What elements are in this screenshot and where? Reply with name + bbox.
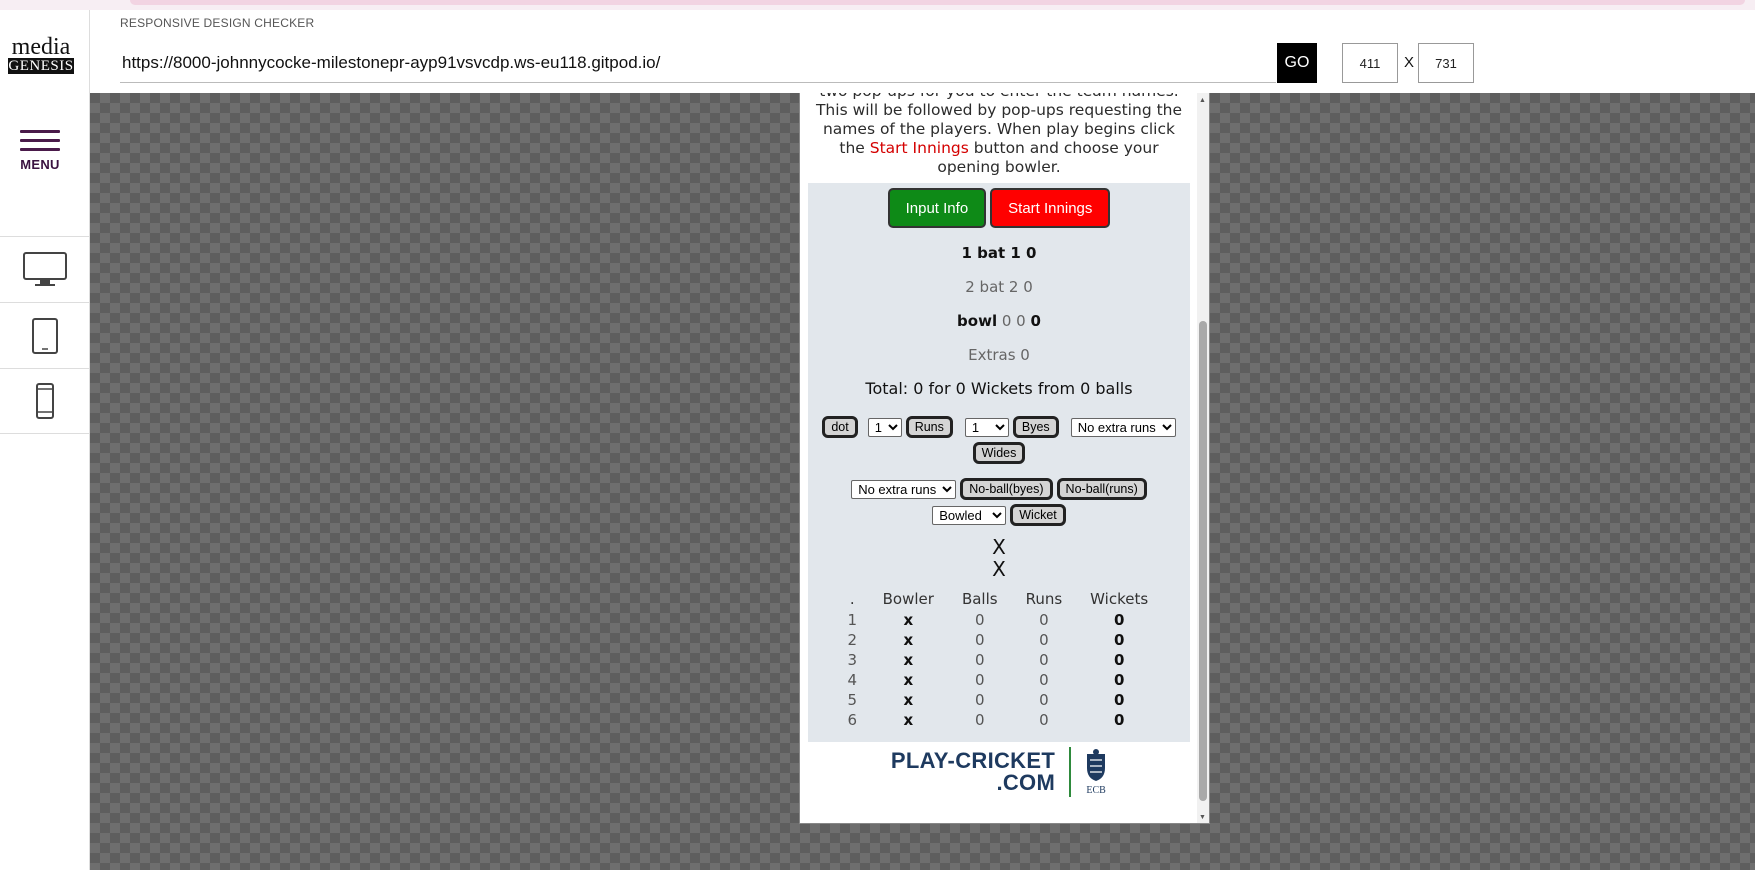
- input-info-button[interactable]: Input Info: [887, 188, 987, 228]
- placeholder-x-2: X: [992, 557, 1006, 581]
- noball-byes-button[interactable]: No-ball(byes): [960, 478, 1053, 500]
- table-header-row: . Bowler Balls Runs Wickets: [836, 588, 1162, 610]
- scroll-up-arrow-icon[interactable]: ▲: [1199, 97, 1206, 104]
- start-innings-button[interactable]: Start Innings: [990, 188, 1111, 228]
- footer-divider: [1069, 747, 1072, 797]
- scrollbar-thumb[interactable]: [1199, 321, 1207, 801]
- desktop-icon: [23, 251, 67, 286]
- desktop-view-button[interactable]: [0, 236, 90, 302]
- col-bowler: Bowler: [882, 590, 934, 608]
- height-input[interactable]: [1418, 43, 1474, 83]
- ecb-crest-icon: [1087, 749, 1106, 781]
- tablet-icon: [32, 317, 58, 354]
- go-button[interactable]: GO: [1277, 43, 1317, 83]
- intro-text: two pop-ups for you to enter the team na…: [815, 93, 1183, 176]
- footer-logos: PLAY-CRICKET .COM ECB: [808, 744, 1190, 800]
- byes-button[interactable]: Byes: [1012, 416, 1059, 438]
- logo-line-1: media: [11, 34, 71, 60]
- wides-extra-select[interactable]: No extra runs: [1070, 417, 1176, 437]
- play-cricket-logo[interactable]: PLAY-CRICKET .COM: [891, 750, 1055, 794]
- wicket-button[interactable]: Wicket: [1010, 504, 1066, 526]
- header-bar: RESPONSIVE DESIGN CHECKER GO X: [90, 10, 1755, 93]
- total-line: Total: 0 for 0 Wickets from 0 balls: [865, 379, 1133, 398]
- col-balls: Balls: [961, 590, 998, 608]
- url-input[interactable]: [120, 43, 1276, 83]
- menu-label: MENU: [20, 157, 60, 172]
- noball-runs-button[interactable]: No-ball(runs): [1056, 478, 1147, 500]
- batter-2: 2 bat 2 0: [965, 278, 1033, 296]
- ecb-logo[interactable]: ECB: [1085, 748, 1107, 796]
- menu-button[interactable]: MENU: [18, 130, 62, 172]
- dimension-separator: X: [1404, 54, 1415, 71]
- device-preview-frame[interactable]: two pop-ups for you to enter the team na…: [799, 93, 1210, 824]
- noball-extra-select[interactable]: No extra runs: [851, 479, 957, 499]
- runs-select[interactable]: 1: [867, 417, 902, 437]
- left-sidebar: media GENESIS MENU: [0, 10, 90, 870]
- extras-line: Extras 0: [968, 346, 1030, 364]
- site-content: two pop-ups for you to enter the team na…: [808, 93, 1190, 800]
- logo-line-2: GENESIS: [8, 58, 74, 74]
- col-runs: Runs: [1025, 590, 1063, 608]
- bowler-line: bowl 0 0 0: [957, 312, 1041, 330]
- col-index: .: [849, 590, 855, 608]
- score-panel: Input Info Start Innings 1 bat 1 0 2 bat…: [808, 183, 1190, 742]
- table-row: 4x000: [847, 671, 1125, 689]
- browser-top-strip: [0, 0, 1755, 10]
- runs-button[interactable]: Runs: [905, 416, 953, 438]
- table-row: 2x000: [847, 631, 1125, 649]
- wides-button[interactable]: Wides: [972, 442, 1026, 464]
- scroll-down-arrow-icon[interactable]: ▼: [1199, 814, 1206, 821]
- placeholder-x-1: X: [992, 535, 1006, 559]
- width-input[interactable]: [1342, 43, 1398, 83]
- table-row: 5x000: [847, 691, 1125, 709]
- phone-icon: [36, 383, 54, 419]
- phone-view-button[interactable]: [0, 368, 90, 434]
- page-title: RESPONSIVE DESIGN CHECKER: [120, 16, 315, 30]
- col-wickets: Wickets: [1090, 590, 1149, 608]
- table-row: 6x000: [847, 711, 1125, 729]
- tablet-view-button[interactable]: [0, 302, 90, 368]
- hamburger-icon: [18, 130, 62, 151]
- batter-1: 1 bat 1 0: [961, 244, 1037, 262]
- table-row: 1x000: [847, 611, 1125, 629]
- top-strip-accent: [130, 0, 1745, 5]
- media-genesis-logo[interactable]: media GENESIS: [8, 34, 74, 74]
- preview-scrollbar[interactable]: ▲ ▼: [1197, 93, 1209, 823]
- wicket-type-select[interactable]: Bowled: [932, 505, 1007, 525]
- dot-button[interactable]: dot: [822, 416, 858, 438]
- table-row: 3x000: [847, 651, 1125, 669]
- bowler-table: . Bowler Balls Runs Wickets 1x000 2x000 …: [836, 588, 1162, 730]
- byes-select[interactable]: 1: [964, 417, 1009, 437]
- intro-highlight: Start Innings: [869, 139, 969, 157]
